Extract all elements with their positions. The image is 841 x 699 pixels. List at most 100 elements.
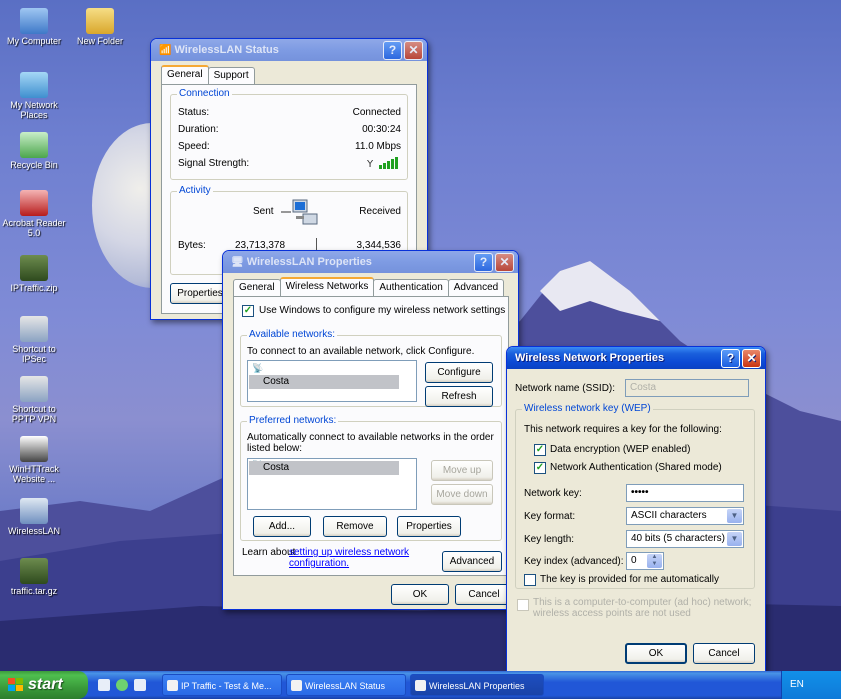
group-label: Available networks: <box>247 329 337 340</box>
duration-label: Duration: <box>178 124 219 135</box>
taskbar-item-wirelesslan-status[interactable]: WirelessLAN Status <box>286 674 406 696</box>
learn-prefix: Learn about <box>242 547 296 558</box>
quick-launch-icon[interactable] <box>134 679 146 691</box>
configure-button[interactable]: Configure <box>425 362 493 383</box>
desktop-icon-iptraffic-zip[interactable]: IPTraffic.zip <box>0 255 68 293</box>
taskbar-item-wirelesslan-properties[interactable]: WirelessLAN Properties <box>410 674 544 696</box>
desktop-icon-label: My Network Places <box>10 100 58 120</box>
desktop-icon-label: My Computer <box>6 36 61 46</box>
key-index-value: 0 <box>631 555 637 566</box>
wnp-titlebar[interactable]: Wireless Network Properties ? ✕ <box>507 347 765 369</box>
desktop-icon-traffic-tar-gz[interactable]: traffic.tar.gz <box>0 558 68 596</box>
desktop-icon-recycle-bin[interactable]: Recycle Bin <box>0 132 68 170</box>
auto-key-label: The key is provided for me automatically <box>540 574 719 585</box>
properties-titlebar[interactable]: 🖥 WirelessLAN Properties ? ✕ <box>223 251 518 273</box>
status-label: Status: <box>178 107 210 118</box>
desktop-icon-label: WinHTTrack Website ... <box>9 464 59 484</box>
network-connection-icon: 🖥 <box>231 256 244 268</box>
start-button[interactable]: start <box>0 671 88 699</box>
desktop-icon-acrobat-reader[interactable]: Acrobat Reader 5.0 <box>0 190 68 238</box>
quick-launch-icon[interactable] <box>116 679 128 691</box>
available-networks-text: To connect to an available network, clic… <box>247 346 475 357</box>
desktop-icon-label: New Folder <box>76 36 123 46</box>
sent-label: Sent <box>253 206 274 217</box>
move-up-button[interactable]: Move up <box>431 460 493 481</box>
preferred-networks-group: Preferred networks: Automatically connec… <box>240 415 502 541</box>
archive-icon <box>20 255 48 281</box>
app-icon <box>291 680 302 691</box>
desktop-icon-label: traffic.tar.gz <box>10 586 58 596</box>
group-label: Preferred networks: <box>247 415 339 426</box>
status-titlebar[interactable]: 📶 WirelessLAN Status ? ✕ <box>151 39 427 61</box>
adhoc-checkbox[interactable] <box>517 599 529 611</box>
desktop-icon-ipsec[interactable]: Shortcut to IPSec <box>0 316 68 364</box>
move-down-button[interactable]: Move down <box>431 484 493 505</box>
spinner-arrows-icon[interactable]: ▲ ▼ <box>647 554 662 568</box>
available-networks-group: Available networks: To connect to an ava… <box>240 329 502 407</box>
network-key-input[interactable]: ••••• <box>626 484 744 502</box>
data-encryption-checkbox[interactable]: ✓ <box>534 444 546 456</box>
signal-strength-icon: Y <box>367 157 398 170</box>
list-item[interactable]: Costa <box>249 461 399 475</box>
desktop-icon-wirelesslan[interactable]: WirelessLAN <box>0 498 68 536</box>
tab-general[interactable]: General <box>161 65 209 84</box>
bytes-label: Bytes: <box>178 240 206 251</box>
close-button[interactable]: ✕ <box>404 40 423 60</box>
remove-button[interactable]: Remove <box>323 516 387 537</box>
chevron-down-icon[interactable]: ▼ <box>727 509 742 523</box>
signal-strength-label: Signal Strength: <box>178 158 250 169</box>
close-button[interactable]: ✕ <box>495 252 514 272</box>
cancel-button[interactable]: Cancel <box>455 584 513 605</box>
key-format-select[interactable]: ASCII characters ▼ <box>626 507 744 525</box>
desktop-icon-winhttrack[interactable]: WinHTTrack Website ... <box>0 436 68 484</box>
desktop-icon-my-computer[interactable]: My Computer <box>0 8 68 46</box>
show-desktop-icon[interactable] <box>98 679 110 691</box>
window-title: WirelessLAN Properties <box>246 256 372 268</box>
shortcut-icon <box>20 316 48 342</box>
desktop-icon-pptp-vpn[interactable]: Shortcut to PPTP VPN <box>0 376 68 424</box>
language-indicator[interactable]: EN <box>790 679 804 690</box>
tab-advanced[interactable]: Advanced <box>447 279 505 296</box>
group-label: Wireless network key (WEP) <box>522 403 653 414</box>
desktop-icon-label: Acrobat Reader 5.0 <box>2 218 66 238</box>
use-windows-checkbox[interactable]: ✓ <box>242 305 254 317</box>
desktop-icon-my-network-places[interactable]: My Network Places <box>0 72 68 120</box>
data-encryption-label: Data encryption (WEP enabled) <box>550 444 691 455</box>
desktop-icon-label: WirelessLAN <box>7 526 60 536</box>
key-index-label: Key index (advanced): <box>524 556 624 567</box>
preferred-networks-list[interactable]: 📡 Costa <box>247 458 417 510</box>
ok-button[interactable]: OK <box>391 584 449 605</box>
tab-general[interactable]: General <box>233 279 281 296</box>
add-button[interactable]: Add... <box>253 516 311 537</box>
network-auth-checkbox[interactable]: ✓ <box>534 462 546 474</box>
desktop-icon-new-folder[interactable]: New Folder <box>66 8 134 46</box>
advanced-button[interactable]: Advanced <box>442 551 502 572</box>
cancel-button[interactable]: Cancel <box>693 643 755 664</box>
help-button[interactable]: ? <box>721 348 740 368</box>
wireless-network-properties-window: Wireless Network Properties ? ✕ Network … <box>506 346 766 672</box>
key-length-select[interactable]: 40 bits (5 characters) ▼ <box>626 530 744 548</box>
ssid-input[interactable]: Costa <box>625 379 749 397</box>
tab-wireless-networks[interactable]: Wireless Networks <box>279 277 375 296</box>
connection-group: Connection Status: Connected Duration: 0… <box>170 88 408 180</box>
folder-icon <box>86 8 114 34</box>
network-connection-icon <box>20 498 48 524</box>
ok-button[interactable]: OK <box>625 643 687 664</box>
key-format-label: Key format: <box>524 511 576 522</box>
tab-authentication[interactable]: Authentication <box>373 279 449 296</box>
close-button[interactable]: ✕ <box>742 348 761 368</box>
available-networks-list[interactable]: 📡 Costa <box>247 360 417 402</box>
key-index-spinner[interactable]: 0 ▲ ▼ <box>626 552 664 570</box>
adhoc-label: This is a computer-to-computer (ad hoc) … <box>533 597 752 619</box>
taskbar-item-ip-traffic[interactable]: IP Traffic - Test & Me... <box>162 674 282 696</box>
learn-more-link[interactable]: setting up wireless network configuratio… <box>289 547 429 569</box>
list-item[interactable]: Costa <box>249 375 399 389</box>
preferred-properties-button[interactable]: Properties <box>397 516 461 537</box>
chevron-down-icon[interactable]: ▼ <box>727 532 742 546</box>
auto-key-checkbox[interactable] <box>524 574 536 586</box>
status-properties-button[interactable]: Properties <box>170 283 230 304</box>
refresh-button[interactable]: Refresh <box>425 386 493 407</box>
help-button[interactable]: ? <box>474 252 493 272</box>
tab-support[interactable]: Support <box>207 67 255 84</box>
help-button[interactable]: ? <box>383 40 402 60</box>
